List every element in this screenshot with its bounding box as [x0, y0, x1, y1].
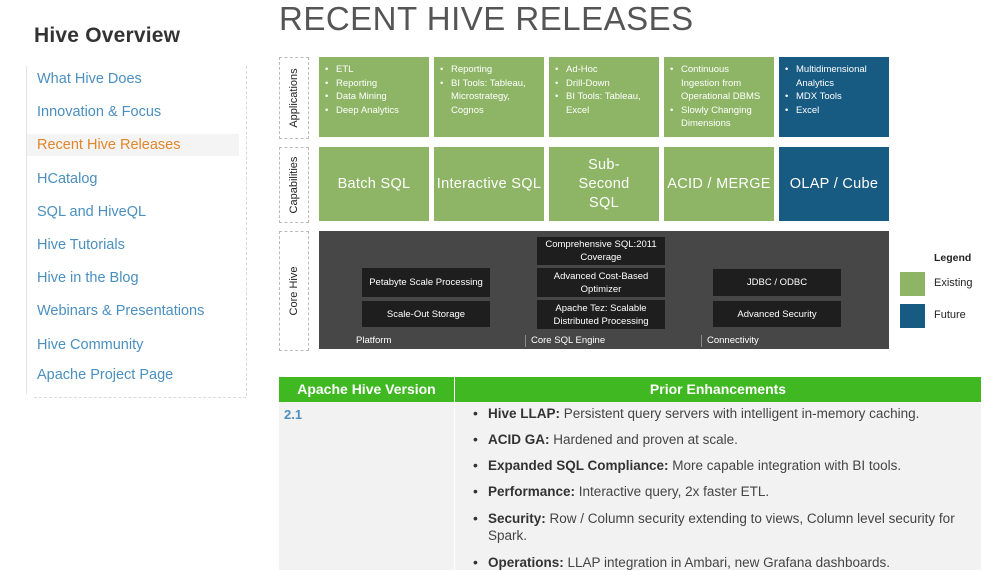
enhancement-item: Operations: LLAP integration in Ambari, … [473, 554, 968, 571]
app-box-multidimensional: Multidimensional Analytics MDX Tools Exc… [779, 57, 889, 137]
row-label-applications: Applications [279, 57, 309, 139]
enhancement-item: Security: Row / Column security extendin… [473, 510, 968, 544]
capability-acid-merge: ACID / MERGE [664, 147, 774, 221]
core-label-core-sql-engine: Core SQL Engine [531, 335, 606, 346]
core-label-platform: Platform [356, 335, 392, 346]
app-box-adhoc: Ad-Hoc Drill-Down BI Tools: Tableau, Exc… [549, 57, 659, 137]
app-box-continuous-ingestion: Continuous Ingestion from Operational DB… [664, 57, 774, 137]
table-header: Apache Hive Version Prior Enhancements [279, 377, 981, 402]
core-label-connectivity: Connectivity [707, 335, 759, 346]
enhancement-item: Hive LLAP: Persistent query servers with… [473, 405, 968, 422]
sidebar-item-sql-and-hiveql[interactable]: SQL and HiveQL [37, 201, 146, 223]
sidebar-item-what-hive-does[interactable]: What Hive Does [37, 68, 142, 90]
legend-swatch-future [900, 304, 925, 328]
hive-architecture-diagram: Applications Capabilities Core Hive ETL … [279, 56, 998, 356]
sidebar-item-hive-community[interactable]: Hive Community [37, 334, 143, 356]
sidebar-item-innovation-focus[interactable]: Innovation & Focus [37, 101, 161, 123]
legend-label-existing: Existing [934, 277, 973, 289]
core-divider [701, 335, 702, 347]
app-box-reporting: Reporting BI Tools: Tableau, Microstrate… [434, 57, 544, 137]
core-box-petabyte-scale: Petabyte Scale Processing [362, 268, 490, 297]
app-box-etl: ETL Reporting Data Mining Deep Analytics [319, 57, 429, 137]
sidebar-divider [246, 66, 247, 396]
version-number: 2.1 [284, 407, 303, 422]
row-label-capabilities: Capabilities [279, 147, 309, 223]
legend-label-future: Future [934, 309, 966, 321]
core-box-advanced-security: Advanced Security [713, 301, 841, 327]
core-box-sql2011-coverage: Comprehensive SQL:2011 Coverage [537, 237, 665, 265]
enhancement-item: ACID GA: Hardened and proven at scale. [473, 431, 968, 448]
page-title: RECENT HIVE RELEASES [279, 0, 694, 37]
sidebar-bottom-divider [34, 397, 246, 398]
sidebar-item-hcatalog[interactable]: HCatalog [37, 168, 97, 190]
sidebar-item-recent-hive-releases[interactable]: Recent Hive Releases [27, 134, 239, 156]
legend-swatch-existing [900, 272, 925, 296]
sidebar-item-apache-project-page[interactable]: Apache Project Page [37, 364, 173, 386]
core-box-jdbc-odbc: JDBC / ODBC [713, 269, 841, 296]
core-divider [525, 335, 526, 347]
table-header-enhancements: Prior Enhancements [649, 381, 787, 397]
core-box-apache-tez: Apache Tez: Scalable Distributed Process… [537, 300, 665, 329]
table-cell-version [279, 402, 454, 570]
enhancement-item: Performance: Interactive query, 2x faste… [473, 483, 968, 500]
row-label-core-hive: Core Hive [279, 231, 309, 351]
capability-sub-second-sql: Sub-Second SQL [549, 147, 659, 221]
legend-title: Legend [934, 252, 972, 264]
sidebar-item-webinars-presentations[interactable]: Webinars & Presentations [37, 300, 204, 322]
capability-olap-cube: OLAP / Cube [779, 147, 889, 221]
core-box-cost-based-optimizer: Advanced Cost-Based Optimizer [537, 268, 665, 297]
sidebar-title: Hive Overview [34, 24, 181, 47]
sidebar-nav: What Hive Does Innovation & Focus Recent… [26, 66, 247, 394]
capability-batch-sql: Batch SQL [319, 147, 429, 221]
capability-interactive-sql: Interactive SQL [434, 147, 544, 221]
sidebar-item-hive-tutorials[interactable]: Hive Tutorials [37, 234, 125, 256]
enhancement-item: Expanded SQL Compliance: More capable in… [473, 457, 968, 474]
core-hive-panel: Petabyte Scale Processing Scale-Out Stor… [319, 231, 889, 349]
core-box-scale-out-storage: Scale-Out Storage [362, 301, 490, 327]
table-header-version: Apache Hive Version [297, 381, 436, 397]
sidebar-item-hive-in-the-blog[interactable]: Hive in the Blog [37, 267, 139, 289]
